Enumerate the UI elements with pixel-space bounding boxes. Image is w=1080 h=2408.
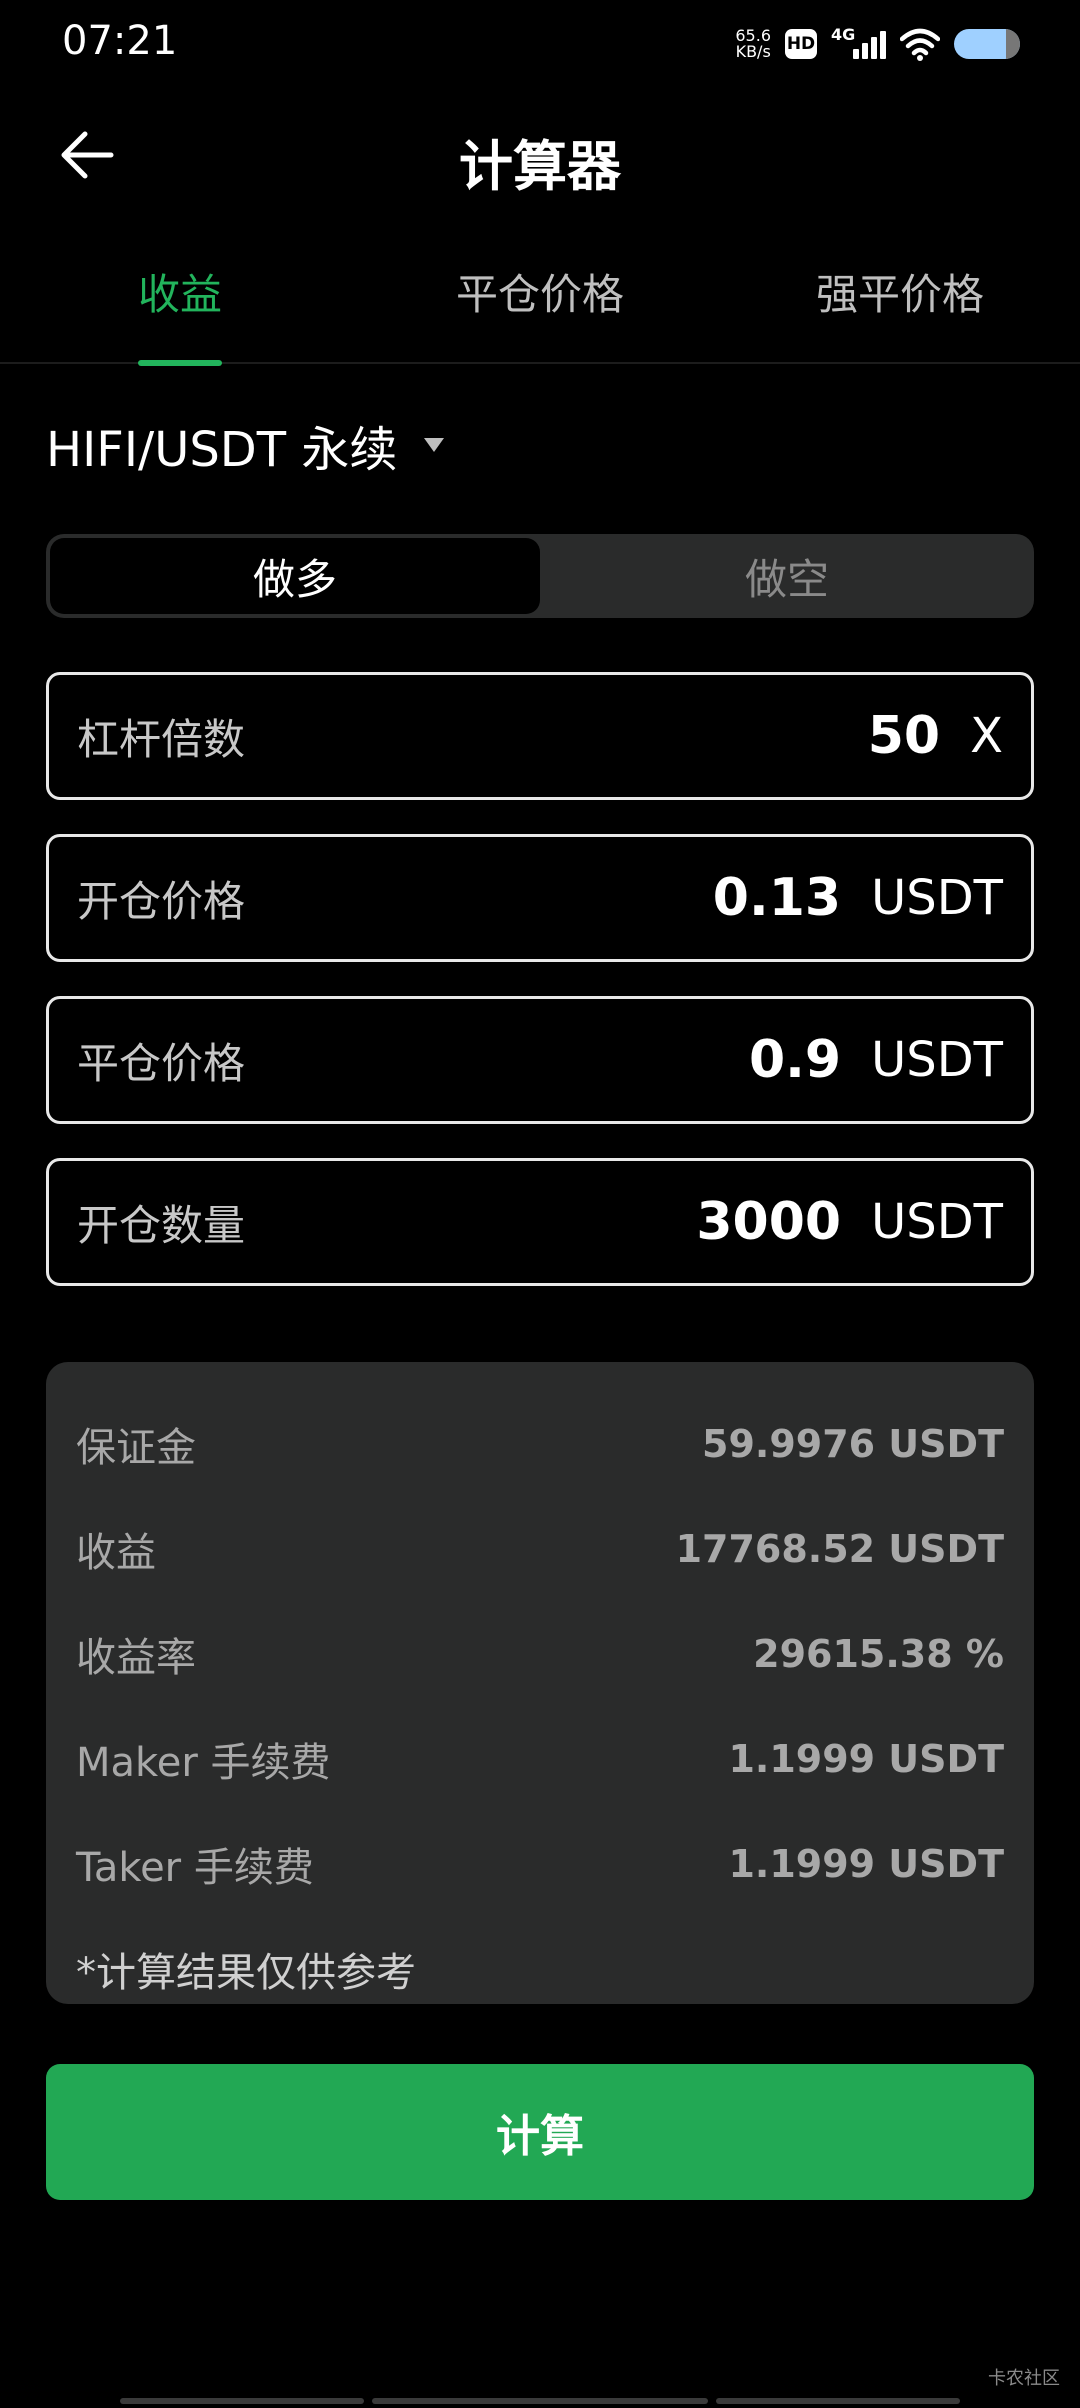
result-profit-row: 收益 17768.52 USDT: [76, 1519, 1004, 1579]
close-price-field[interactable]: 平仓价格 0.9 USDT: [46, 996, 1034, 1124]
status-bar: 07:21 65.6 KB/s HD 4G: [0, 0, 1080, 90]
result-label: 收益率: [76, 1635, 196, 1681]
cellular-signal-icon: 4G: [831, 25, 886, 59]
tab-close-price[interactable]: 平仓价格: [420, 230, 660, 364]
long-button[interactable]: 做多: [50, 538, 540, 614]
calculator-page: 07:21 65.6 KB/s HD 4G 计算器 收益 平仓价格 强平价格 H…: [0, 0, 1080, 2408]
tab-profit[interactable]: 收益: [60, 230, 300, 366]
result-value: 1.1999 USDT: [728, 1842, 1004, 1886]
result-margin-row: 保证金 59.9976 USDT: [76, 1414, 1004, 1474]
direction-toggle: 做多 做空: [46, 534, 1034, 618]
result-value: 59.9976 USDT: [702, 1422, 1004, 1466]
wifi-icon: [900, 28, 940, 61]
field-unit: X: [970, 708, 1003, 764]
result-label: 收益: [76, 1530, 156, 1576]
calculate-button[interactable]: 计算: [46, 2064, 1034, 2200]
field-unit: USDT: [871, 870, 1003, 926]
nav-segment: [120, 2398, 364, 2404]
quantity-field[interactable]: 开仓数量 3000 USDT: [46, 1158, 1034, 1286]
disclaimer-row: *计算结果仅供参考: [76, 1939, 1004, 1999]
open-price-field[interactable]: 开仓价格 0.13 USDT: [46, 834, 1034, 962]
result-label: 保证金: [76, 1425, 196, 1471]
close-price-input[interactable]: 0.9: [749, 1030, 841, 1090]
tab-liquidation-price[interactable]: 强平价格: [780, 230, 1020, 364]
short-button[interactable]: 做空: [540, 534, 1034, 618]
status-icons: 65.6 KB/s HD 4G: [735, 22, 1020, 66]
field-unit: USDT: [871, 1194, 1003, 1250]
nav-segment: [716, 2398, 960, 2404]
network-speed-unit: KB/s: [735, 42, 771, 61]
signal-type-label: 4G: [831, 25, 856, 44]
field-unit: USDT: [871, 1032, 1003, 1088]
leverage-field[interactable]: 杠杆倍数 50 X: [46, 672, 1034, 800]
page-title: 计算器: [459, 135, 621, 198]
result-value: 17768.52 USDT: [675, 1527, 1004, 1571]
result-label: Maker 手续费: [76, 1740, 331, 1786]
tab-label: 平仓价格: [455, 270, 624, 319]
quantity-input[interactable]: 3000: [696, 1192, 841, 1252]
open-price-input[interactable]: 0.13: [713, 868, 841, 928]
field-label: 平仓价格: [77, 1038, 246, 1088]
caret-down-icon: [424, 438, 445, 452]
result-taker-fee-row: Taker 手续费 1.1999 USDT: [76, 1834, 1004, 1894]
network-speed: 65.6 KB/s: [735, 28, 771, 60]
battery-icon: [954, 29, 1020, 59]
tab-label: 收益: [137, 270, 222, 319]
result-value: 1.1999 USDT: [728, 1737, 1004, 1781]
pair-label: HIFI/USDT 永续: [46, 422, 398, 478]
field-label: 开仓数量: [77, 1200, 246, 1250]
leverage-input[interactable]: 50: [868, 706, 940, 766]
field-label: 开仓价格: [77, 876, 246, 926]
hd-icon: HD: [785, 29, 817, 59]
watermark-text: 卡农社区: [988, 2368, 1060, 2389]
nav-segment: [372, 2398, 708, 2404]
tab-label: 强平价格: [815, 270, 984, 319]
navigation-bar: [0, 2396, 1080, 2408]
app-header: 计算器: [0, 100, 1080, 210]
active-tab-indicator: [138, 360, 222, 366]
calculator-tabs: 收益 平仓价格 强平价格: [0, 230, 1080, 366]
result-maker-fee-row: Maker 手续费 1.1999 USDT: [76, 1729, 1004, 1789]
pair-selector[interactable]: HIFI/USDT 永续: [46, 410, 445, 480]
status-time: 07:21: [62, 18, 178, 64]
field-label: 杠杆倍数: [77, 714, 246, 764]
result-label: Taker 手续费: [76, 1845, 314, 1891]
result-value: 29615.38 %: [753, 1632, 1004, 1676]
results-card: 保证金 59.9976 USDT 收益 17768.52 USDT 收益率 29…: [46, 1362, 1034, 2004]
disclaimer-text: *计算结果仅供参考: [76, 1950, 416, 1996]
result-roi-row: 收益率 29615.38 %: [76, 1624, 1004, 1684]
